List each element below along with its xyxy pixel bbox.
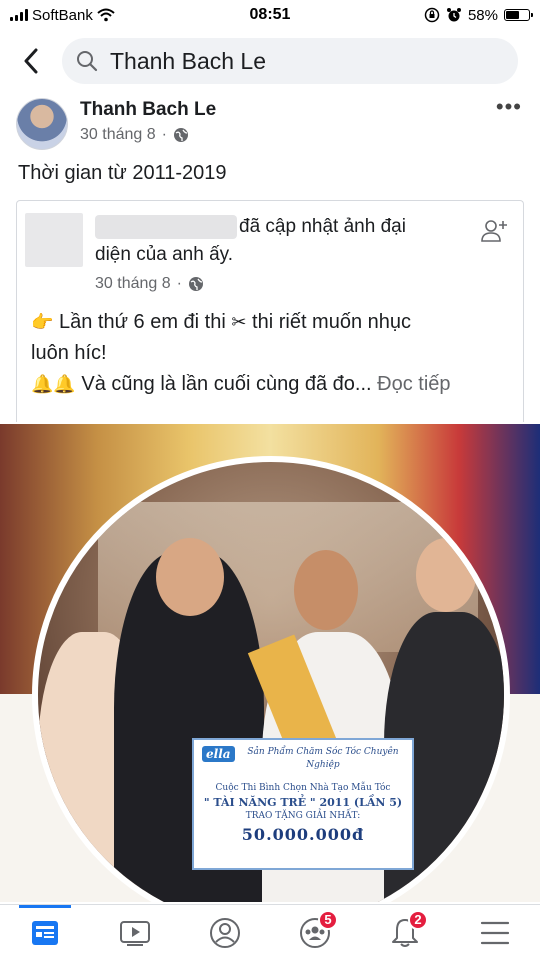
shared-post-body: 👉 Lần thứ 6 em đi thi ✂ thi riết muốn nh…	[17, 293, 523, 400]
shared-author-avatar[interactable]	[25, 213, 83, 267]
shared-body-line-3: Và cũng là lần cuối cùng đã đo...	[81, 373, 372, 395]
battery-percent: 58%	[467, 6, 498, 24]
status-bar: SoftBank 08:51 58%	[0, 0, 540, 30]
groups-badge: 5	[318, 909, 338, 930]
carrier-name: SoftBank	[32, 6, 93, 24]
post-header: Thanh Bach Le 30 tháng 8 · •••	[0, 92, 540, 150]
post: Thanh Bach Le 30 tháng 8 · ••• Thời gian…	[0, 92, 540, 198]
signal-icon	[10, 9, 28, 21]
shared-action-text-2: diện của anh ấy.	[95, 244, 234, 265]
redacted-author-name[interactable]	[95, 214, 237, 239]
post-meta: Thanh Bach Le 30 tháng 8 ·	[80, 98, 496, 144]
author-avatar[interactable]	[16, 98, 68, 150]
nav-watch[interactable]	[105, 908, 165, 958]
bell-icon: 🔔🔔	[31, 374, 76, 395]
nav-notifications[interactable]: 2	[375, 908, 435, 958]
post-photo[interactable]: ella Sản Phẩm Chăm Sóc Tóc Chuyên Nghiệp…	[0, 424, 540, 902]
status-right: 58%	[350, 6, 533, 24]
news-feed-icon	[32, 920, 58, 945]
check-brand-logo: ella	[202, 746, 235, 762]
shared-post-header: đã cập nhật ảnh đại diện của anh ấy. 30 …	[17, 201, 523, 293]
back-button[interactable]	[12, 39, 50, 83]
nav-profile[interactable]	[195, 908, 255, 958]
shared-action-text-1: đã cập nhật ảnh đại	[239, 216, 406, 237]
status-time: 08:51	[249, 6, 291, 23]
search-icon	[77, 51, 98, 72]
check-line-1: Cuộc Thi Bình Chọn Nhà Tạo Mẫu Tóc	[215, 783, 391, 793]
check-header: Sản Phẩm Chăm Sóc Tóc Chuyên Nghiệp	[247, 747, 399, 770]
add-friend-icon[interactable]	[479, 217, 509, 247]
status-left: SoftBank	[10, 7, 190, 24]
pointing-hand-icon: 👉	[31, 312, 54, 333]
wifi-icon	[97, 8, 115, 22]
post-time: 30 tháng 8 ·	[80, 126, 496, 144]
battery-icon	[504, 9, 533, 21]
right-head	[416, 538, 476, 612]
post-timestamp[interactable]: 30 tháng 8	[80, 126, 156, 144]
winner-head	[294, 550, 358, 630]
shared-post-time: 30 tháng 8 ·	[95, 275, 479, 293]
shared-timestamp[interactable]: 30 tháng 8	[95, 275, 171, 293]
check-line-2: " TÀI NĂNG TRẺ " 2011 (LẦN 5)	[203, 796, 403, 809]
shared-body-line-1b: thi riết muốn nhục	[252, 311, 412, 333]
see-more-link[interactable]: Đọc tiếp	[377, 373, 450, 395]
search-input[interactable]	[110, 47, 490, 75]
post-author-name[interactable]: Thanh Bach Le	[80, 98, 496, 122]
battery-level-fill	[506, 11, 519, 19]
nav-groups[interactable]: 5	[285, 908, 345, 958]
profile-icon	[210, 917, 240, 948]
menu-icon	[480, 921, 510, 944]
post-text: Thời gian từ 2011-2019	[18, 162, 227, 184]
nav-menu[interactable]	[465, 908, 525, 958]
alarm-icon	[446, 8, 461, 22]
host-head	[156, 538, 224, 616]
notifications-badge: 2	[408, 909, 428, 930]
prize-check: ella Sản Phẩm Chăm Sóc Tóc Chuyên Nghiệp…	[192, 738, 414, 870]
search-bar[interactable]	[62, 38, 518, 84]
shared-body-line-1: Lần thứ 6 em đi thi	[58, 311, 226, 333]
bottom-navigation: 5 2	[0, 904, 540, 960]
chevron-left-icon	[24, 48, 38, 74]
shared-post-meta: đã cập nhật ảnh đại diện của anh ấy. 30 …	[95, 213, 479, 293]
watch-icon	[120, 920, 150, 946]
check-amount: 50.000.000đ	[241, 825, 365, 844]
scissors-icon: ✂	[231, 312, 247, 333]
more-options-icon[interactable]: •••	[496, 96, 522, 118]
search-header	[0, 34, 540, 88]
shared-body-line-2: luôn híc!	[31, 342, 107, 364]
nav-news-feed[interactable]	[15, 904, 75, 958]
globe-icon	[188, 277, 203, 291]
profile-picture-frame: ella Sản Phẩm Chăm Sóc Tóc Chuyên Nghiệp…	[32, 456, 510, 902]
check-line-3: TRAO TẶNG GIẢI NHẤT:	[245, 811, 361, 821]
orientation-lock-icon	[424, 7, 440, 23]
shared-post-card[interactable]: đã cập nhật ảnh đại diện của anh ấy. 30 …	[16, 200, 524, 422]
globe-icon	[173, 128, 188, 142]
